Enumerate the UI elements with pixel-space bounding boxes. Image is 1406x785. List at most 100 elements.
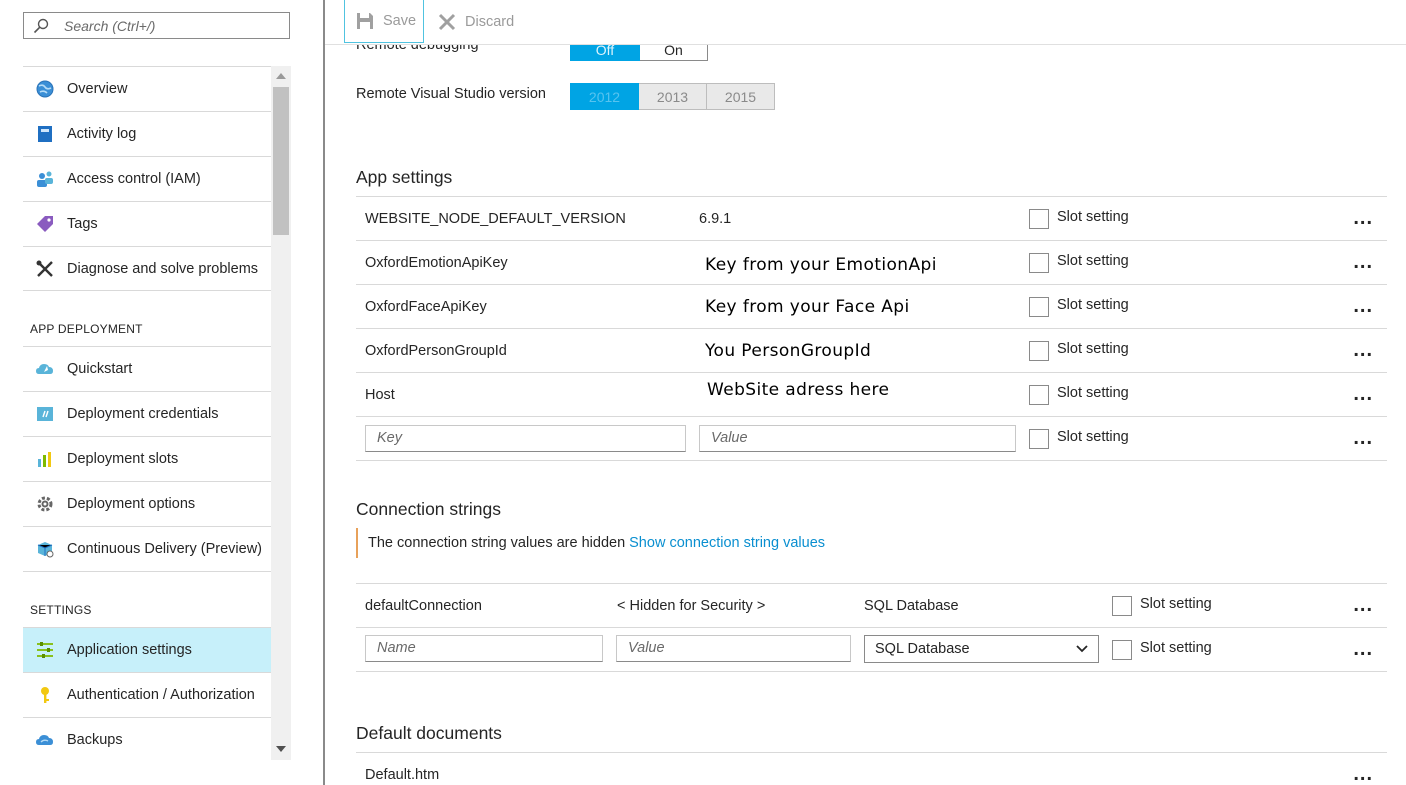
setting-value[interactable]: You PersonGroupId	[705, 341, 871, 361]
cloud-backup-icon	[35, 730, 55, 750]
slot-setting-checkbox[interactable]	[1029, 297, 1049, 317]
setting-value[interactable]: 6.9.1	[699, 211, 731, 227]
nav-label: Quickstart	[67, 361, 133, 377]
nav-item-overview[interactable]: Overview	[23, 66, 271, 111]
table-row: OxfordPersonGroupId You PersonGroupId Sl…	[356, 328, 1387, 372]
connection-value: < Hidden for Security >	[617, 598, 766, 614]
nav-menu: Overview Activity log Access control (IA…	[23, 66, 271, 762]
table-row-new: Name Value SQL Database Slot setting ...	[356, 627, 1387, 672]
setting-key: WEBSITE_NODE_DEFAULT_VERSION	[365, 211, 626, 227]
new-value-input[interactable]: Value	[699, 425, 1016, 452]
slot-setting-checkbox[interactable]	[1029, 385, 1049, 405]
more-options-button[interactable]: ...	[1353, 595, 1373, 615]
table-row: Host WebSite adress here Slot setting ..…	[356, 372, 1387, 416]
more-options-button[interactable]: ...	[1353, 252, 1373, 272]
nav-label: Diagnose and solve problems	[67, 260, 259, 277]
table-row-new: Key Value Slot setting ...	[356, 416, 1387, 461]
slot-setting-checkbox[interactable]	[1029, 429, 1049, 449]
table-row: OxfordEmotionApiKey Key from your Emotio…	[356, 240, 1387, 284]
nav-label: Access control (IAM)	[67, 171, 201, 187]
select-value: SQL Database	[875, 641, 970, 657]
app-settings-heading: App settings	[356, 167, 453, 187]
nav-label: Tags	[67, 216, 98, 232]
vs-version-2015[interactable]: 2015	[707, 83, 775, 110]
more-options-button[interactable]: ...	[1353, 208, 1373, 228]
new-key-input[interactable]: Key	[365, 425, 686, 452]
default-documents-heading: Default documents	[356, 723, 502, 743]
nav-scrollbar[interactable]	[271, 66, 291, 760]
show-values-link[interactable]: Show connection string values	[629, 535, 825, 551]
new-connection-value-input[interactable]: Value	[616, 635, 851, 662]
search-input[interactable]: Search (Ctrl+/)	[64, 18, 155, 34]
credentials-icon	[35, 404, 55, 424]
save-button[interactable]: Save	[344, 0, 424, 43]
nav-item-application-settings[interactable]: Application settings	[23, 627, 271, 672]
setting-value[interactable]: Key from your Face Api	[705, 297, 910, 317]
discard-label: Discard	[465, 13, 515, 30]
nav-label: Continuous Delivery (Preview)	[67, 541, 263, 557]
key-icon	[35, 685, 55, 705]
close-icon	[438, 13, 456, 30]
more-options-button[interactable]: ...	[1353, 639, 1373, 659]
nav-item-access-control[interactable]: Access control (IAM)	[23, 156, 271, 201]
search-icon	[33, 18, 49, 34]
discard-button[interactable]: Discard	[437, 0, 514, 43]
search-box[interactable]: Search (Ctrl+/)	[23, 12, 290, 39]
nav-label: Application settings	[67, 642, 192, 658]
tag-icon	[35, 214, 55, 234]
gear-icon	[35, 494, 55, 514]
nav-item-quickstart[interactable]: Quickstart	[23, 346, 271, 391]
slot-setting-checkbox[interactable]	[1112, 596, 1132, 616]
slot-setting-checkbox[interactable]	[1029, 253, 1049, 273]
nav-item-authentication[interactable]: Authentication / Authorization	[23, 672, 271, 717]
setting-key: OxfordFaceApiKey	[365, 299, 487, 315]
connection-type: SQL Database	[864, 598, 959, 614]
slot-setting-checkbox[interactable]	[1112, 640, 1132, 660]
connection-type-select[interactable]: SQL Database	[864, 635, 1099, 663]
nav-item-diagnose[interactable]: Diagnose and solve problems	[23, 246, 271, 290]
new-connection-name-input[interactable]: Name	[365, 635, 603, 662]
more-options-button[interactable]: ...	[1353, 764, 1373, 784]
more-options-button[interactable]: ...	[1353, 296, 1373, 316]
slot-setting-checkbox[interactable]	[1029, 209, 1049, 229]
nav-label: Deployment credentials	[67, 406, 219, 422]
command-bar: Save Discard	[325, 0, 1406, 45]
more-options-button[interactable]: ...	[1353, 428, 1373, 448]
nav-item-backups[interactable]: Backups	[23, 717, 271, 762]
section-app-deployment: APP DEPLOYMENT	[23, 290, 271, 346]
scroll-down-arrow-icon[interactable]	[276, 746, 286, 752]
slot-setting-checkbox[interactable]	[1029, 341, 1049, 361]
more-options-button[interactable]: ...	[1353, 340, 1373, 360]
nav-item-tags[interactable]: Tags	[23, 201, 271, 246]
wrench-icon	[35, 259, 55, 279]
notice-text: The connection string values are hidden	[368, 535, 626, 551]
slot-setting-label: Slot setting	[1057, 341, 1129, 357]
scroll-thumb[interactable]	[273, 87, 289, 235]
settings-sliders-icon	[35, 640, 55, 660]
nav-item-activity-log[interactable]: Activity log	[23, 111, 271, 156]
vs-version-2012[interactable]: 2012	[570, 83, 639, 110]
nav-item-deployment-credentials[interactable]: Deployment credentials	[23, 391, 271, 436]
users-icon	[35, 169, 55, 189]
more-options-button[interactable]: ...	[1353, 384, 1373, 404]
nav-item-deployment-slots[interactable]: Deployment slots	[23, 436, 271, 481]
slot-setting-label: Slot setting	[1057, 253, 1129, 269]
nav-item-deployment-options[interactable]: Deployment options	[23, 481, 271, 526]
slot-setting-label: Slot setting	[1057, 385, 1129, 401]
table-row: Default.htm ...	[356, 752, 1387, 785]
setting-value[interactable]: WebSite adress here	[707, 380, 889, 400]
table-row: defaultConnection < Hidden for Security …	[356, 583, 1387, 627]
setting-key: Host	[365, 387, 395, 403]
vs-version-2013[interactable]: 2013	[639, 83, 707, 110]
nav-label: Backups	[67, 732, 123, 748]
setting-value[interactable]: Key from your EmotionApi	[705, 255, 937, 275]
scroll-up-arrow-icon[interactable]	[276, 73, 286, 79]
nav-label: Overview	[67, 81, 128, 97]
cloud-rocket-icon	[35, 359, 55, 379]
settings-content: Remote debugging Off On Remote Visual St…	[325, 0, 1406, 785]
section-settings: SETTINGS	[23, 571, 271, 627]
table-row: WEBSITE_NODE_DEFAULT_VERSION 6.9.1 Slot …	[356, 196, 1387, 240]
document-name: Default.htm	[365, 767, 440, 783]
save-label: Save	[383, 13, 417, 29]
nav-item-continuous-delivery[interactable]: Continuous Delivery (Preview)	[23, 526, 271, 571]
